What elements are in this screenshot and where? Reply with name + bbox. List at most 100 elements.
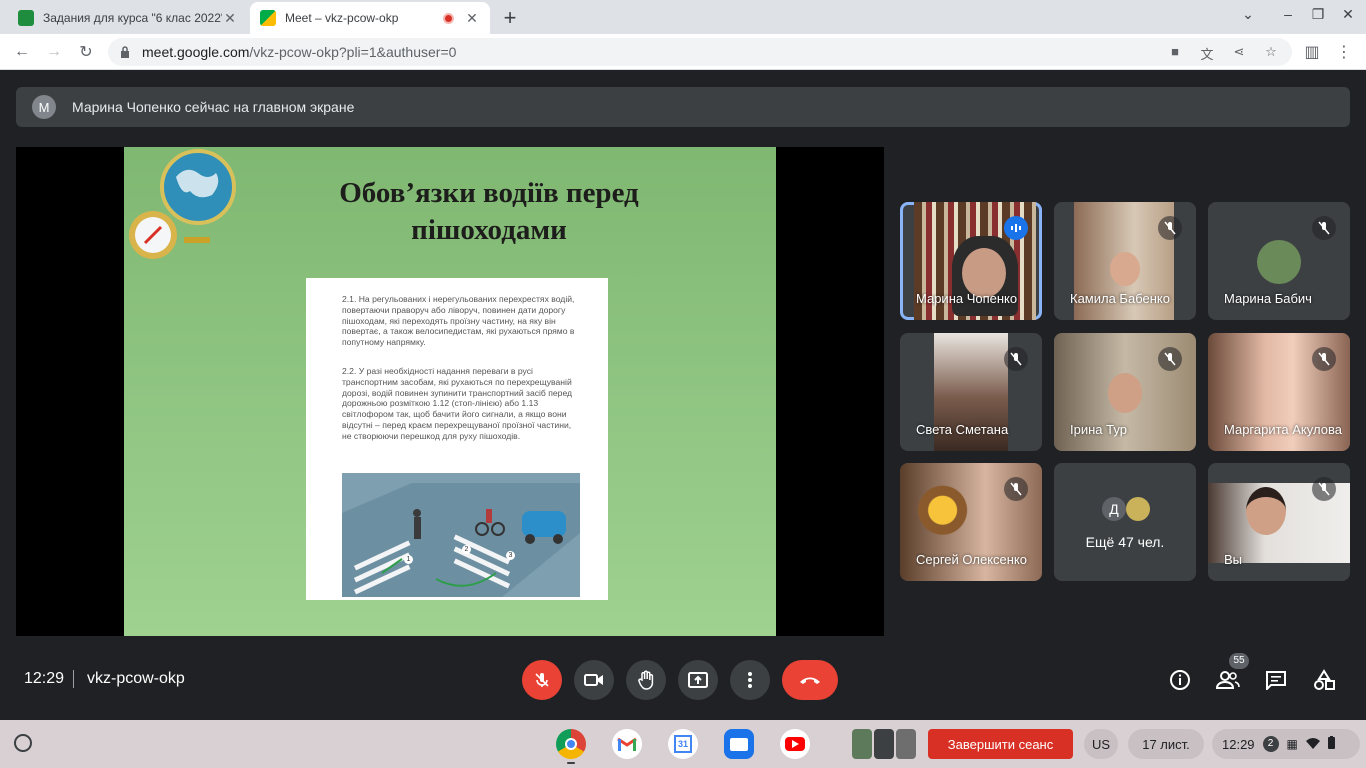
- participant-tile[interactable]: Марина Чопенко: [900, 202, 1042, 320]
- back-icon[interactable]: ←: [10, 40, 34, 64]
- mic-off-icon: [1312, 477, 1336, 501]
- slide: Обов’язки водіїв перед пішоходами 2.1. Н…: [124, 147, 776, 636]
- mic-off-icon: [1158, 347, 1182, 371]
- marker-2: 2: [462, 545, 471, 554]
- more-vert-icon: [748, 672, 752, 688]
- battery-icon: [1327, 736, 1335, 752]
- restore-icon[interactable]: ❐: [1306, 6, 1330, 23]
- youtube-icon[interactable]: [780, 729, 810, 759]
- more-participants-label: Ещё 47 чел.: [1085, 534, 1165, 550]
- url-host: meet.google.com: [142, 44, 250, 60]
- camera-permission-icon[interactable]: ■: [1166, 44, 1184, 62]
- participant-name: Марина Бабич: [1224, 291, 1312, 306]
- slide-title: Обов’язки водіїв перед пішоходами: [339, 177, 639, 246]
- mic-off-icon: [1312, 347, 1336, 371]
- presentation-stage: Обов’язки водіїв перед пішоходами 2.1. Н…: [16, 147, 884, 636]
- raise-hand-button[interactable]: [626, 660, 666, 700]
- more-participants-tile[interactable]: Д Ещё 47 чел.: [1054, 463, 1196, 581]
- tab-classroom[interactable]: Задания для курса "6 клас 2022" ✕: [8, 2, 248, 34]
- tab-meet[interactable]: Meet – vkz-pcow-okp ✕: [250, 2, 490, 34]
- presentation-banner: М Марина Чопенко сейчас на главном экран…: [16, 87, 1350, 127]
- classroom-icon: [18, 10, 34, 26]
- marker-3: 3: [506, 551, 515, 560]
- participant-count-badge: 55: [1229, 653, 1249, 669]
- divider: [73, 670, 74, 688]
- bookmark-star-icon[interactable]: ☆: [1262, 44, 1280, 62]
- close-tab-icon[interactable]: ✕: [222, 10, 238, 27]
- participant-name: Сергей Олексенко: [916, 552, 1027, 567]
- window-thumbnail[interactable]: [874, 729, 894, 759]
- mic-toggle-button[interactable]: [522, 660, 562, 700]
- hand-icon: [638, 670, 654, 690]
- forward-icon[interactable]: →: [42, 40, 66, 64]
- share-icon[interactable]: ⋖: [1230, 44, 1248, 62]
- meet-icon: [260, 10, 276, 26]
- keyboard-layout-indicator[interactable]: US: [1084, 729, 1118, 759]
- calendar-icon[interactable]: 31: [668, 729, 698, 759]
- gmail-icon[interactable]: [612, 729, 642, 759]
- participant-name: Вы: [1224, 552, 1243, 567]
- chrome-center: [565, 738, 577, 750]
- lock-icon[interactable]: [120, 46, 132, 58]
- speaking-indicator-icon: [1004, 216, 1028, 240]
- people-icon: [1216, 671, 1240, 689]
- menu-icon[interactable]: ⋮: [1332, 40, 1356, 64]
- self-view-tile[interactable]: Вы: [1208, 463, 1350, 581]
- avatar: [1126, 497, 1150, 521]
- address-bar[interactable]: meet.google.com/vkz-pcow-okp?pli=1&authu…: [108, 38, 1292, 66]
- side-panel-icon[interactable]: ▥: [1300, 40, 1324, 64]
- present-screen-button[interactable]: [678, 660, 718, 700]
- banner-text: Марина Чопенко сейчас на главном экране: [72, 99, 355, 115]
- more-options-button[interactable]: [730, 660, 770, 700]
- files-icon[interactable]: [724, 729, 754, 759]
- chat-button[interactable]: [1260, 664, 1292, 696]
- translate-icon[interactable]: 文: [1198, 44, 1216, 62]
- tab-search-icon[interactable]: ⌄: [1236, 6, 1260, 23]
- marker-1: 1: [404, 555, 413, 564]
- recording-icon: [443, 12, 454, 24]
- hangup-icon: [800, 677, 820, 684]
- youtube-glyph: [785, 737, 805, 751]
- globe-compass-icon: [129, 149, 236, 259]
- meeting-details-button[interactable]: [1164, 664, 1196, 696]
- gmail-glyph: [617, 737, 637, 751]
- window-thumbnail[interactable]: [896, 729, 916, 759]
- folder-glyph: [730, 737, 748, 751]
- activities-button[interactable]: [1308, 664, 1340, 696]
- date-indicator[interactable]: 17 лист.: [1128, 729, 1204, 759]
- avatar: М: [32, 95, 56, 119]
- participant-tile[interactable]: Ірина Тур: [1054, 333, 1196, 451]
- window-thumbnails[interactable]: [852, 729, 916, 759]
- avatar: [1257, 240, 1301, 284]
- chat-icon: [1266, 671, 1286, 690]
- participant-name: Ірина Тур: [1070, 422, 1127, 437]
- tab-title: Задания для курса "6 клас 2022": [43, 11, 222, 25]
- close-window-icon[interactable]: ✕: [1336, 6, 1360, 23]
- participant-tile[interactable]: Света Сметана: [900, 333, 1042, 451]
- participant-tile[interactable]: Марина Бабич: [1208, 202, 1350, 320]
- activities-icon: [1314, 669, 1335, 690]
- reload-icon[interactable]: ↻: [74, 40, 98, 64]
- camera-toggle-button[interactable]: [574, 660, 614, 700]
- new-tab-button[interactable]: +: [498, 5, 522, 31]
- participant-name: Камила Бабенко: [1070, 291, 1170, 306]
- enterprise-icon: ▦: [1286, 737, 1298, 751]
- participant-tile[interactable]: Камила Бабенко: [1054, 202, 1196, 320]
- participant-name: Марина Чопенко: [916, 291, 1018, 306]
- calendar-glyph: 31: [674, 735, 692, 753]
- mic-off-icon: [1158, 216, 1182, 240]
- end-session-button[interactable]: Завершити сеанс: [928, 729, 1073, 759]
- window-thumbnail[interactable]: [852, 729, 872, 759]
- url-path: /vkz-pcow-okp?pli=1&authuser=0: [249, 44, 457, 60]
- tab-strip: Задания для курса "6 клас 2022" ✕ Meet –…: [0, 0, 1366, 34]
- meeting-code: vkz-pcow-okp: [87, 670, 185, 687]
- close-tab-icon[interactable]: ✕: [464, 10, 480, 27]
- status-tray[interactable]: 12:29 2 ▦: [1212, 729, 1360, 759]
- leave-call-button[interactable]: [782, 660, 838, 700]
- minimize-icon[interactable]: –: [1276, 6, 1300, 22]
- participant-tile[interactable]: Сергей Олексенко: [900, 463, 1042, 581]
- chrome-icon[interactable]: [556, 729, 586, 759]
- participant-tile[interactable]: Маргарита Акулова: [1208, 333, 1350, 451]
- launcher-icon[interactable]: [14, 734, 32, 752]
- mic-off-icon: [1312, 216, 1336, 240]
